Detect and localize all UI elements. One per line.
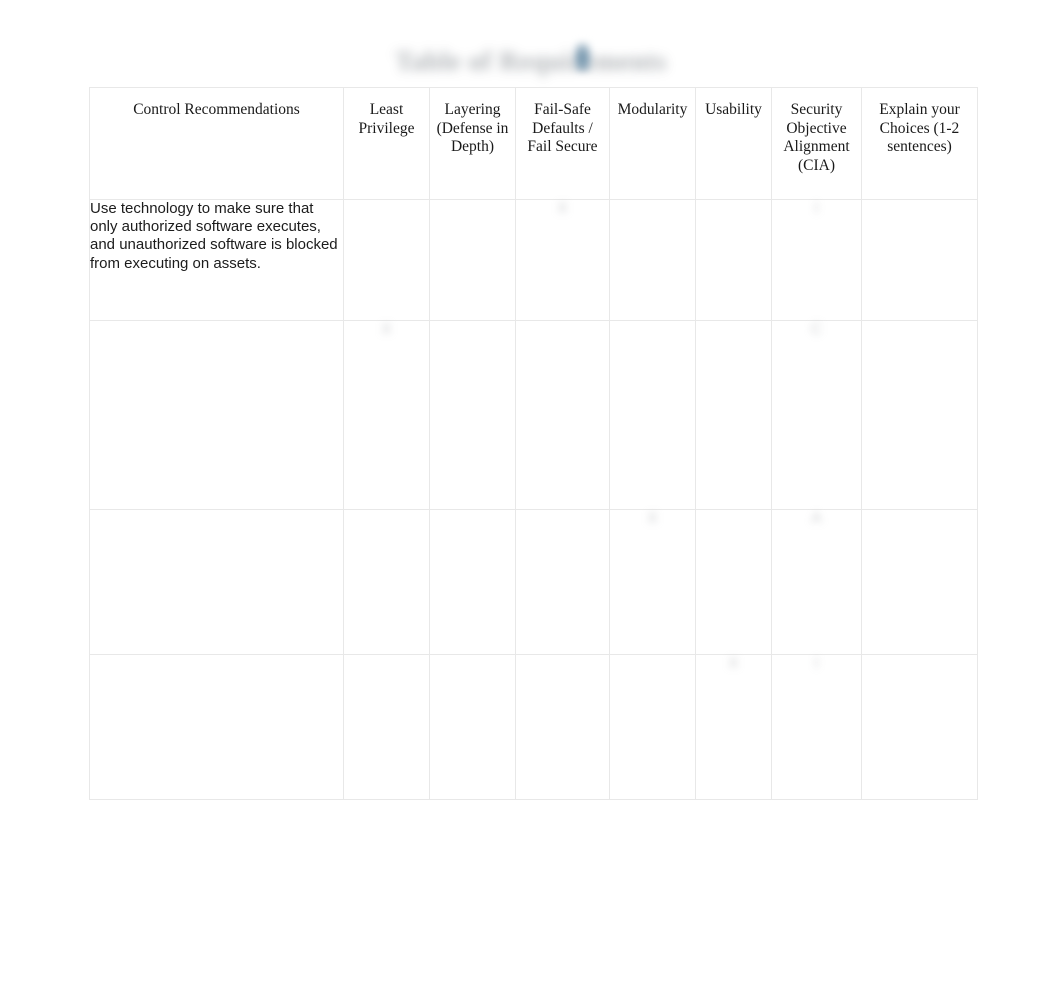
cell-security-objective[interactable]: C [771,320,862,510]
cell-explanation[interactable] [861,320,978,510]
document-title-container: Table of Requirements [0,46,1062,77]
mark-security-objective: I [814,200,819,217]
text-cursor-icon [573,42,592,72]
cell-fail-safe-defaults[interactable] [515,654,610,800]
cell-security-objective[interactable]: I [771,654,862,800]
column-header-fail-safe-defaults: Fail-Safe Defaults / Fail Secure [515,87,610,200]
cell-modularity[interactable] [609,199,696,321]
cell-usability[interactable] [695,199,772,321]
table-row[interactable]: Use technology to make sure that only au… [89,199,978,321]
table-row[interactable]: X C [89,320,978,510]
column-header-control-recommendations: Control Recommendations [89,87,344,200]
cell-control-recommendation[interactable] [89,509,344,655]
column-header-usability: Usability [695,87,772,200]
mark-least-privilege: X [381,321,392,338]
cell-usability[interactable] [695,509,772,655]
column-header-security-objective: Security Objective Alignment (CIA) [771,87,862,200]
cell-layering[interactable] [429,509,516,655]
cell-layering[interactable] [429,320,516,510]
cell-usability[interactable]: X [695,654,772,800]
cell-security-objective[interactable]: I [771,199,862,321]
cell-least-privilege[interactable] [343,654,430,800]
cell-security-objective[interactable]: A [771,509,862,655]
cell-modularity[interactable]: X [609,509,696,655]
cell-layering[interactable] [429,654,516,800]
cell-fail-safe-defaults[interactable] [515,509,610,655]
cell-explanation[interactable] [861,654,978,800]
cell-layering[interactable] [429,199,516,321]
cell-fail-safe-defaults[interactable]: X [515,199,610,321]
page-title: Table of Requirements [395,46,667,76]
cell-least-privilege[interactable]: X [343,320,430,510]
cell-least-privilege[interactable] [343,509,430,655]
mark-fail-safe-defaults: X [557,200,568,217]
cell-control-recommendation[interactable]: Use technology to make sure that only au… [89,199,344,321]
cell-explanation[interactable] [861,199,978,321]
recommendation-text: Use technology to make sure that only au… [90,200,338,272]
mark-modularity: X [647,510,658,527]
document-page: Table of Requirements Control Recommenda… [0,0,1062,1001]
mark-usability: X [728,655,739,672]
column-header-least-privilege: Least Privilege [343,87,430,200]
table-row[interactable]: X I [89,654,978,800]
cell-explanation[interactable] [861,509,978,655]
cell-modularity[interactable] [609,320,696,510]
column-header-explain-choices: Explain your Choices (1-2 sentences) [861,87,978,200]
cell-modularity[interactable] [609,654,696,800]
column-header-layering: Layering (Defense in Depth) [429,87,516,200]
mark-security-objective: I [814,655,819,672]
table-row[interactable]: X A [89,509,978,655]
cell-usability[interactable] [695,320,772,510]
cell-control-recommendation[interactable] [89,654,344,800]
mark-security-objective: A [811,510,822,527]
table-header-row: Control Recommendations Least Privilege … [89,87,978,200]
table-body: Use technology to make sure that only au… [89,199,978,800]
cell-fail-safe-defaults[interactable] [515,320,610,510]
cell-least-privilege[interactable] [343,199,430,321]
cell-control-recommendation[interactable] [89,320,344,510]
mark-security-objective: C [810,321,823,338]
control-recommendations-table: Control Recommendations Least Privilege … [89,87,978,800]
column-header-modularity: Modularity [609,87,696,200]
requirements-table-container: Control Recommendations Least Privilege … [89,87,978,800]
